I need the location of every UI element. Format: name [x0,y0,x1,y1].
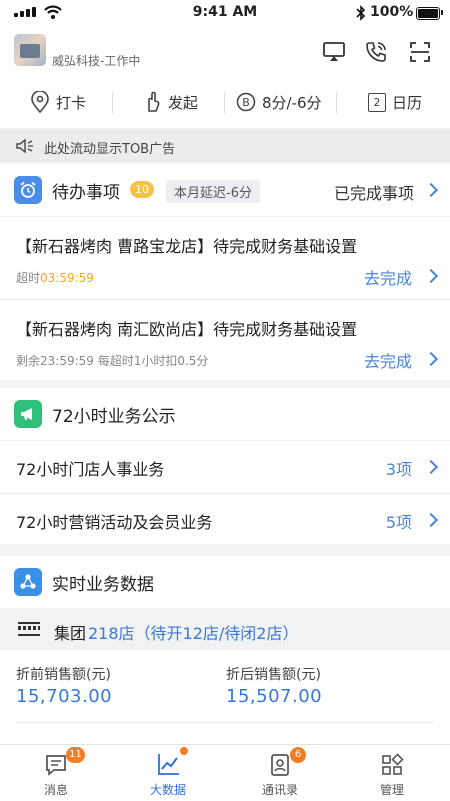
todo-item-title: 【新石器烤肉 南汇欧尚店】待完成财务基础设置 [16,320,358,339]
scan-icon[interactable] [408,40,432,64]
completed-items-link[interactable]: 已完成事项 [334,180,414,204]
group-label: 集团 [54,624,87,643]
score-button[interactable]: B 8分/-6分 [236,76,322,128]
bottom-tab-bar: 11 消息 大数据 6 通讯录 管理 [0,744,450,801]
hand-up-icon [148,91,160,112]
announcement-card: 72小时业务公示 72小时门店人事业务 3项 72小时营销活动及会员业务 5项 [0,388,450,544]
chevron-right-icon [423,512,439,528]
tab-big-data[interactable]: 大数据 [112,745,224,801]
app-header: 威弘科技-工作中 [0,26,450,76]
screen-cast-icon[interactable] [322,40,346,64]
announcement-item[interactable]: 72小时营销活动及会员业务 5项 [0,494,450,546]
announcement-item[interactable]: 72小时门店人事业务 3项 [0,441,450,494]
announcement-item-count: 3项 [385,460,412,479]
metric-value: 15,507.00 [226,686,323,707]
todo-item-title: 【新石器烤肉 曹路宝龙店】待完成财务基础设置 [16,237,358,256]
todo-item[interactable]: 【新石器烤肉 南汇欧尚店】待完成财务基础设置 剩余23:59:59 每超时1小时… [0,300,450,382]
realtime-title: 实时业务数据 [52,575,154,595]
network-nodes-icon [14,568,42,596]
alarm-clock-icon [14,176,42,204]
bluetooth-icon [356,5,366,21]
tab-manage[interactable]: 管理 [336,745,448,801]
ad-notice-bar[interactable]: 此处流动显示TOB广告 [0,130,450,162]
todo-item-status-label: 剩余23:59:59 每超时1小时扣0.5分 [16,354,209,368]
chart-trend-icon [158,754,179,775]
score-coin-icon: B [236,92,256,112]
contacts-icon [271,754,289,776]
todo-count-badge: 10 [130,181,154,198]
go-complete-button[interactable]: 去完成 [364,348,412,372]
contacts-badge: 6 [290,747,306,763]
quick-action-bar: 打卡 发起 B 8分/-6分 2 日历 [0,76,450,129]
todo-item-status-label: 超时 [16,271,41,285]
go-complete-button[interactable]: 去完成 [364,265,412,289]
tab-messages[interactable]: 11 消息 [0,745,112,801]
chevron-right-icon [423,351,439,367]
metric-label: 折前销售额(元) [16,667,111,683]
group-store-count: 218店（待开12店/待闭2店） [88,624,299,643]
announcement-item-label: 72小时门店人事业务 [16,460,165,479]
big-data-dot [180,747,188,755]
todo-item[interactable]: 【新石器烤肉 曹路宝龙店】待完成财务基础设置 超时03:59:59 去完成 [0,217,450,300]
chevron-right-icon [423,459,439,475]
announcement-item-label: 72小时营销活动及会员业务 [16,513,213,532]
phone-icon[interactable] [364,40,388,64]
announcement-title: 72小时业务公示 [52,407,176,427]
delay-tag: 本月延迟-6分 [166,180,260,203]
notice-text: 此处流动显示TOB广告 [44,142,176,157]
announcement-item-count: 5项 [385,513,412,532]
location-pin-icon [31,91,49,113]
initiate-button[interactable]: 发起 [142,76,198,128]
battery-percent: 100% [370,4,414,20]
todo-title: 待办事项 [52,183,120,203]
message-icon [46,755,66,776]
todo-card: 待办事项 10 本月延迟-6分 已完成事项 【新石器烤肉 曹路宝龙店】待完成财务… [0,164,450,380]
svg-text:B: B [242,96,250,109]
metric-label: 折后销售额(元) [226,667,321,683]
group-logo [18,622,40,636]
chevron-right-icon [423,268,439,284]
megaphone-icon [14,400,42,428]
status-bar: 9:41 AM 100% [0,0,450,26]
group-summary-row[interactable]: 集团 218店（待开12店/待闭2店） [0,608,450,650]
calendar-button[interactable]: 2 日历 [368,76,422,128]
company-status[interactable]: 威弘科技-工作中 [52,52,140,69]
speaker-icon [16,139,33,153]
tab-contacts[interactable]: 6 通讯录 [224,745,336,801]
realtime-data-card: 实时业务数据 集团 218店（待开12店/待闭2店） 折前销售额(元) 15,7… [0,556,450,744]
messages-badge: 11 [66,747,85,763]
avatar[interactable] [14,34,46,66]
grid-manage-icon [382,753,404,775]
battery-icon [416,7,440,20]
chevron-right-icon [423,182,439,198]
todo-item-overdue-time: 03:59:59 [40,271,94,285]
calendar-icon: 2 [368,92,386,112]
metric-value: 15,703.00 [16,686,113,707]
checkin-button[interactable]: 打卡 [30,76,86,128]
